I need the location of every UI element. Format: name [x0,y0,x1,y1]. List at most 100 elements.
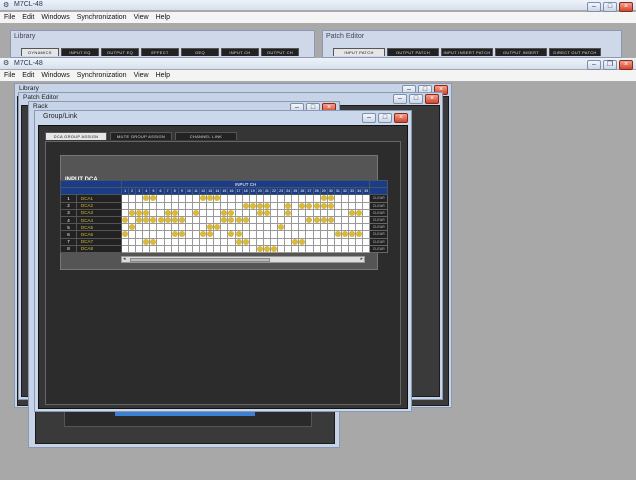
menu-synchronization[interactable]: Synchronization [77,14,127,21]
dca-assign-cell[interactable] [340,208,350,217]
dca-assign-cell[interactable] [170,201,179,210]
dca-assign-cell[interactable] [156,230,165,239]
dca-assign-cell[interactable] [284,201,293,210]
dca-assign-cell[interactable] [333,237,342,246]
dca-assign-cell[interactable] [241,230,250,239]
dca-assign-cell[interactable] [170,208,179,217]
restore-button[interactable]: ❐ [603,60,617,70]
dca-assign-cell[interactable] [319,237,328,246]
dca-assign-cell[interactable] [220,194,229,203]
dca-assign-cell[interactable] [291,244,300,253]
dca-assign-cell[interactable] [213,215,222,225]
dca-assign-cell[interactable] [213,244,222,253]
dca-assign-cell[interactable] [362,201,371,210]
dca-assign-cell[interactable] [340,215,350,225]
clear-button[interactable]: CLEAR [369,244,389,253]
menu-view[interactable]: View [134,72,149,79]
tab-effect[interactable]: EFFECT [141,48,179,56]
dca-assign-cell[interactable] [191,208,201,217]
dca-assign-cell[interactable] [269,230,279,239]
tab-output-insert-patch[interactable]: OUTPUT INSERT PATCH [495,48,547,63]
dca-assign-cell[interactable] [213,237,222,246]
dca-assign-cell[interactable] [248,208,257,217]
dca-assign-cell[interactable] [128,237,137,246]
dca-assign-cell[interactable] [234,230,243,239]
tab-channel-link[interactable]: CHANNEL LINK [175,132,237,140]
dca-assign-cell[interactable] [128,208,137,217]
menu-edit[interactable]: Edit [22,14,34,21]
dca-assign-cell[interactable] [227,223,236,232]
dca-assign-cell[interactable] [269,223,279,232]
dca-assign-cell[interactable] [142,215,151,225]
dca-assign-cell[interactable] [128,194,137,203]
dca-assign-cell[interactable] [326,208,335,217]
dca-assign-cell[interactable] [120,223,130,232]
dca-assign-cell[interactable] [184,244,193,253]
dca-assign-cell[interactable] [333,230,342,239]
dca-assign-cell[interactable] [362,215,371,225]
tab-dca-group-assign[interactable]: DCA GROUP ASSIGN [45,132,107,140]
dca-assign-cell[interactable] [284,230,293,239]
dca-assign-cell[interactable] [319,201,328,210]
dca-assign-cell[interactable] [284,194,293,203]
dca-assign-cell[interactable] [184,230,193,239]
dca-assign-cell[interactable] [177,201,186,210]
dca-assign-cell[interactable] [277,201,286,210]
dca-assign-cell[interactable] [347,194,357,203]
dca-assign-cell[interactable] [355,230,364,239]
dca-assign-cell[interactable] [163,237,172,246]
dca-assign-cell[interactable] [163,244,172,253]
dca-assign-cell[interactable] [142,194,151,203]
clear-button[interactable]: CLEAR [369,230,389,239]
dca-assign-cell[interactable] [319,194,328,203]
dca-assign-cell[interactable] [213,223,222,232]
dca-assign-cell[interactable] [184,237,193,246]
dca-assign-cell[interactable] [291,230,300,239]
dca-assign-cell[interactable] [170,223,179,232]
dca-assign-cell[interactable] [326,237,335,246]
dca-assign-cell[interactable] [362,244,371,253]
dca-assign-cell[interactable] [277,237,286,246]
dca-assign-cell[interactable] [347,223,357,232]
dca-assign-cell[interactable] [234,194,243,203]
close-button[interactable]: × [425,94,439,104]
dca-assign-cell[interactable] [255,215,264,225]
dca-assign-cell[interactable] [319,215,328,225]
dca-assign-cell[interactable] [319,230,328,239]
dca-assign-cell[interactable] [135,215,144,225]
dca-assign-cell[interactable] [149,237,158,246]
dca-assign-cell[interactable] [262,215,271,225]
dca-assign-cell[interactable] [298,223,307,232]
dca-assign-cell[interactable] [149,194,158,203]
tab-mute-group-assign[interactable]: MUTE GROUP ASSIGN [110,132,172,140]
dca-assign-cell[interactable] [277,215,286,225]
dca-assign-cell[interactable] [149,208,158,217]
dca-assign-cell[interactable] [347,237,357,246]
dca-assign-cell[interactable] [262,230,271,239]
dca-assign-cell[interactable] [312,237,321,246]
dca-assign-cell[interactable] [199,201,208,210]
dca-assign-cell[interactable] [170,244,179,253]
dca-assign-cell[interactable] [199,194,208,203]
dca-assign-cell[interactable] [241,244,250,253]
dca-assign-cell[interactable] [234,237,243,246]
dca-assign-cell[interactable] [156,215,165,225]
dca-assign-cell[interactable] [340,194,350,203]
menu-file[interactable]: File [4,14,15,21]
dca-assign-cell[interactable] [199,237,208,246]
dca-assign-cell[interactable] [163,230,172,239]
dca-assign-cell[interactable] [163,215,172,225]
dca-assign-cell[interactable] [227,194,236,203]
dca-assign-cell[interactable] [206,208,215,217]
dca-assign-cell[interactable] [277,223,286,232]
dca-assign-cell[interactable] [177,244,186,253]
dca-assign-cell[interactable] [291,223,300,232]
dca-assign-cell[interactable] [298,201,307,210]
clear-button[interactable]: CLEAR [369,215,389,225]
dca-assign-cell[interactable] [362,194,371,203]
dca-assign-cell[interactable] [277,194,286,203]
menu-windows[interactable]: Windows [41,72,69,79]
menu-edit[interactable]: Edit [22,72,34,79]
dca-assign-cell[interactable] [163,223,172,232]
dca-assign-cell[interactable] [227,201,236,210]
